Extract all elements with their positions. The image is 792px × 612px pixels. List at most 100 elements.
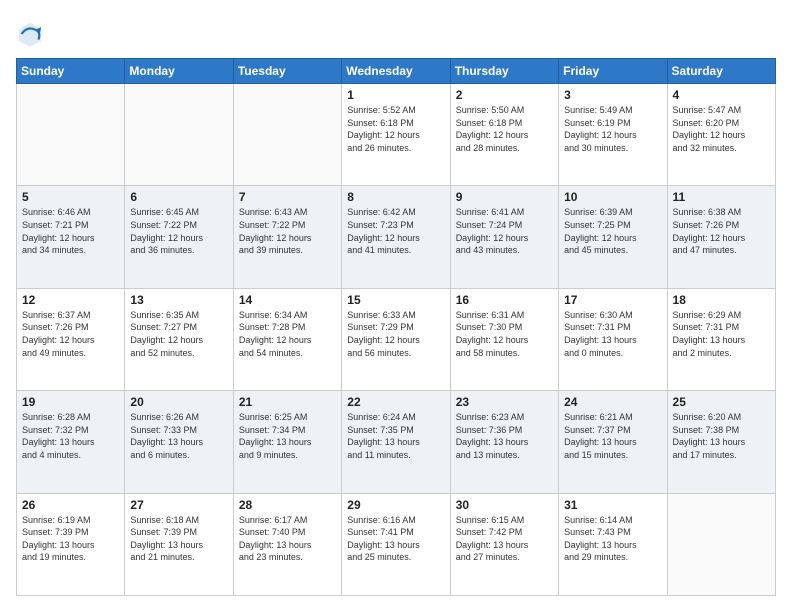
day-number: 10 xyxy=(564,190,661,204)
calendar-cell: 19 Sunrise: 6:28 AM Sunset: 7:32 PM Dayli… xyxy=(17,391,125,493)
weekday-header-wednesday: Wednesday xyxy=(342,59,450,84)
day-info: Sunrise: 6:28 AM Sunset: 7:32 PM Dayligh… xyxy=(22,411,119,461)
day-number: 6 xyxy=(130,190,227,204)
page: SundayMondayTuesdayWednesdayThursdayFrid… xyxy=(0,0,792,612)
day-number: 15 xyxy=(347,293,444,307)
calendar-cell: 28Sunrise: 6:17 AM Sunset: 7:40 PM Dayli… xyxy=(233,493,341,595)
calendar-cell: 30Sunrise: 6:15 AM Sunset: 7:42 PM Dayli… xyxy=(450,493,558,595)
day-info: Sunrise: 6:33 AM Sunset: 7:29 PM Dayligh… xyxy=(347,309,444,359)
day-number: 2 xyxy=(456,88,553,102)
day-number: 4 xyxy=(673,88,770,102)
day-number: 13 xyxy=(130,293,227,307)
logo-icon xyxy=(16,20,44,48)
calendar-cell: 12 Sunrise: 6:37 AM Sunset: 7:26 PM Dayli… xyxy=(17,288,125,390)
calendar-cell: 31 Sunrise: 6:14 AM Sunset: 7:43 PM Dayli… xyxy=(559,493,667,595)
calendar-cell: 21 Sunrise: 6:25 AM Sunset: 7:34 PM Dayli… xyxy=(233,391,341,493)
day-info: Sunrise: 6:25 AM Sunset: 7:34 PM Dayligh… xyxy=(239,411,336,461)
day-info: Sunrise: 6:24 AM Sunset: 7:35 PM Dayligh… xyxy=(347,411,444,461)
calendar-cell: 2Sunrise: 5:50 AM Sunset: 6:18 PM Daylig… xyxy=(450,84,558,186)
day-number: 22 xyxy=(347,395,444,409)
day-number: 20 xyxy=(130,395,227,409)
day-info: Sunrise: 6:37 AM Sunset: 7:26 PM Dayligh… xyxy=(22,309,119,359)
week-row-2: 5 Sunrise: 6:46 AM Sunset: 7:21 PM Daylig… xyxy=(17,186,776,288)
header xyxy=(16,16,776,48)
day-number: 29 xyxy=(347,498,444,512)
calendar-cell: 9 Sunrise: 6:41 AM Sunset: 7:24 PM Daylig… xyxy=(450,186,558,288)
calendar-cell: 15 Sunrise: 6:33 AM Sunset: 7:29 PM Dayli… xyxy=(342,288,450,390)
calendar-cell xyxy=(233,84,341,186)
logo xyxy=(16,20,48,48)
day-info: Sunrise: 6:16 AM Sunset: 7:41 PM Dayligh… xyxy=(347,514,444,564)
day-info: Sunrise: 6:21 AM Sunset: 7:37 PM Dayligh… xyxy=(564,411,661,461)
calendar-cell: 22 Sunrise: 6:24 AM Sunset: 7:35 PM Dayli… xyxy=(342,391,450,493)
day-info: Sunrise: 6:39 AM Sunset: 7:25 PM Dayligh… xyxy=(564,206,661,256)
day-number: 24 xyxy=(564,395,661,409)
day-number: 21 xyxy=(239,395,336,409)
day-info: Sunrise: 6:31 AM Sunset: 7:30 PM Dayligh… xyxy=(456,309,553,359)
calendar-cell: 14Sunrise: 6:34 AM Sunset: 7:28 PM Dayli… xyxy=(233,288,341,390)
calendar-cell: 8 Sunrise: 6:42 AM Sunset: 7:23 PM Daylig… xyxy=(342,186,450,288)
calendar-cell: 6 Sunrise: 6:45 AM Sunset: 7:22 PM Daylig… xyxy=(125,186,233,288)
day-info: Sunrise: 6:29 AM Sunset: 7:31 PM Dayligh… xyxy=(673,309,770,359)
day-info: Sunrise: 6:46 AM Sunset: 7:21 PM Dayligh… xyxy=(22,206,119,256)
day-info: Sunrise: 6:43 AM Sunset: 7:22 PM Dayligh… xyxy=(239,206,336,256)
day-info: Sunrise: 6:42 AM Sunset: 7:23 PM Dayligh… xyxy=(347,206,444,256)
week-row-1: 1 Sunrise: 5:52 AM Sunset: 6:18 PM Daylig… xyxy=(17,84,776,186)
day-number: 28 xyxy=(239,498,336,512)
day-number: 5 xyxy=(22,190,119,204)
calendar-cell: 10 Sunrise: 6:39 AM Sunset: 7:25 PM Dayli… xyxy=(559,186,667,288)
day-number: 25 xyxy=(673,395,770,409)
day-info: Sunrise: 6:14 AM Sunset: 7:43 PM Dayligh… xyxy=(564,514,661,564)
weekday-header-monday: Monday xyxy=(125,59,233,84)
day-number: 26 xyxy=(22,498,119,512)
day-number: 23 xyxy=(456,395,553,409)
calendar-cell: 3 Sunrise: 5:49 AM Sunset: 6:19 PM Daylig… xyxy=(559,84,667,186)
calendar-cell xyxy=(667,493,775,595)
day-info: Sunrise: 6:19 AM Sunset: 7:39 PM Dayligh… xyxy=(22,514,119,564)
day-number: 7 xyxy=(239,190,336,204)
day-number: 9 xyxy=(456,190,553,204)
day-info: Sunrise: 5:47 AM Sunset: 6:20 PM Dayligh… xyxy=(673,104,770,154)
calendar-cell: 1 Sunrise: 5:52 AM Sunset: 6:18 PM Daylig… xyxy=(342,84,450,186)
weekday-header-sunday: Sunday xyxy=(17,59,125,84)
day-number: 11 xyxy=(673,190,770,204)
day-number: 27 xyxy=(130,498,227,512)
calendar-cell: 11Sunrise: 6:38 AM Sunset: 7:26 PM Dayli… xyxy=(667,186,775,288)
weekday-header-friday: Friday xyxy=(559,59,667,84)
week-row-4: 19 Sunrise: 6:28 AM Sunset: 7:32 PM Dayli… xyxy=(17,391,776,493)
weekday-header-saturday: Saturday xyxy=(667,59,775,84)
day-number: 19 xyxy=(22,395,119,409)
day-info: Sunrise: 6:41 AM Sunset: 7:24 PM Dayligh… xyxy=(456,206,553,256)
weekday-header-tuesday: Tuesday xyxy=(233,59,341,84)
calendar-cell: 27 Sunrise: 6:18 AM Sunset: 7:39 PM Dayli… xyxy=(125,493,233,595)
calendar-cell: 25Sunrise: 6:20 AM Sunset: 7:38 PM Dayli… xyxy=(667,391,775,493)
calendar-cell: 16 Sunrise: 6:31 AM Sunset: 7:30 PM Dayli… xyxy=(450,288,558,390)
calendar-cell: 26 Sunrise: 6:19 AM Sunset: 7:39 PM Dayli… xyxy=(17,493,125,595)
day-info: Sunrise: 6:45 AM Sunset: 7:22 PM Dayligh… xyxy=(130,206,227,256)
calendar-cell: 18 Sunrise: 6:29 AM Sunset: 7:31 PM Dayli… xyxy=(667,288,775,390)
day-number: 12 xyxy=(22,293,119,307)
calendar-cell: 13Sunrise: 6:35 AM Sunset: 7:27 PM Dayli… xyxy=(125,288,233,390)
day-number: 8 xyxy=(347,190,444,204)
calendar-cell xyxy=(125,84,233,186)
calendar-cell: 23Sunrise: 6:23 AM Sunset: 7:36 PM Dayli… xyxy=(450,391,558,493)
day-info: Sunrise: 5:49 AM Sunset: 6:19 PM Dayligh… xyxy=(564,104,661,154)
day-info: Sunrise: 6:18 AM Sunset: 7:39 PM Dayligh… xyxy=(130,514,227,564)
calendar-cell: 20 Sunrise: 6:26 AM Sunset: 7:33 PM Dayli… xyxy=(125,391,233,493)
day-info: Sunrise: 6:26 AM Sunset: 7:33 PM Dayligh… xyxy=(130,411,227,461)
day-info: Sunrise: 5:52 AM Sunset: 6:18 PM Dayligh… xyxy=(347,104,444,154)
calendar-cell: 29 Sunrise: 6:16 AM Sunset: 7:41 PM Dayli… xyxy=(342,493,450,595)
day-number: 31 xyxy=(564,498,661,512)
calendar-cell: 5 Sunrise: 6:46 AM Sunset: 7:21 PM Daylig… xyxy=(17,186,125,288)
calendar-cell xyxy=(17,84,125,186)
calendar-table: SundayMondayTuesdayWednesdayThursdayFrid… xyxy=(16,58,776,596)
day-number: 30 xyxy=(456,498,553,512)
day-info: Sunrise: 6:34 AM Sunset: 7:28 PM Dayligh… xyxy=(239,309,336,359)
day-number: 16 xyxy=(456,293,553,307)
week-row-5: 26 Sunrise: 6:19 AM Sunset: 7:39 PM Dayli… xyxy=(17,493,776,595)
day-number: 1 xyxy=(347,88,444,102)
day-number: 18 xyxy=(673,293,770,307)
week-row-3: 12 Sunrise: 6:37 AM Sunset: 7:26 PM Dayli… xyxy=(17,288,776,390)
calendar-cell: 17Sunrise: 6:30 AM Sunset: 7:31 PM Dayli… xyxy=(559,288,667,390)
day-number: 3 xyxy=(564,88,661,102)
